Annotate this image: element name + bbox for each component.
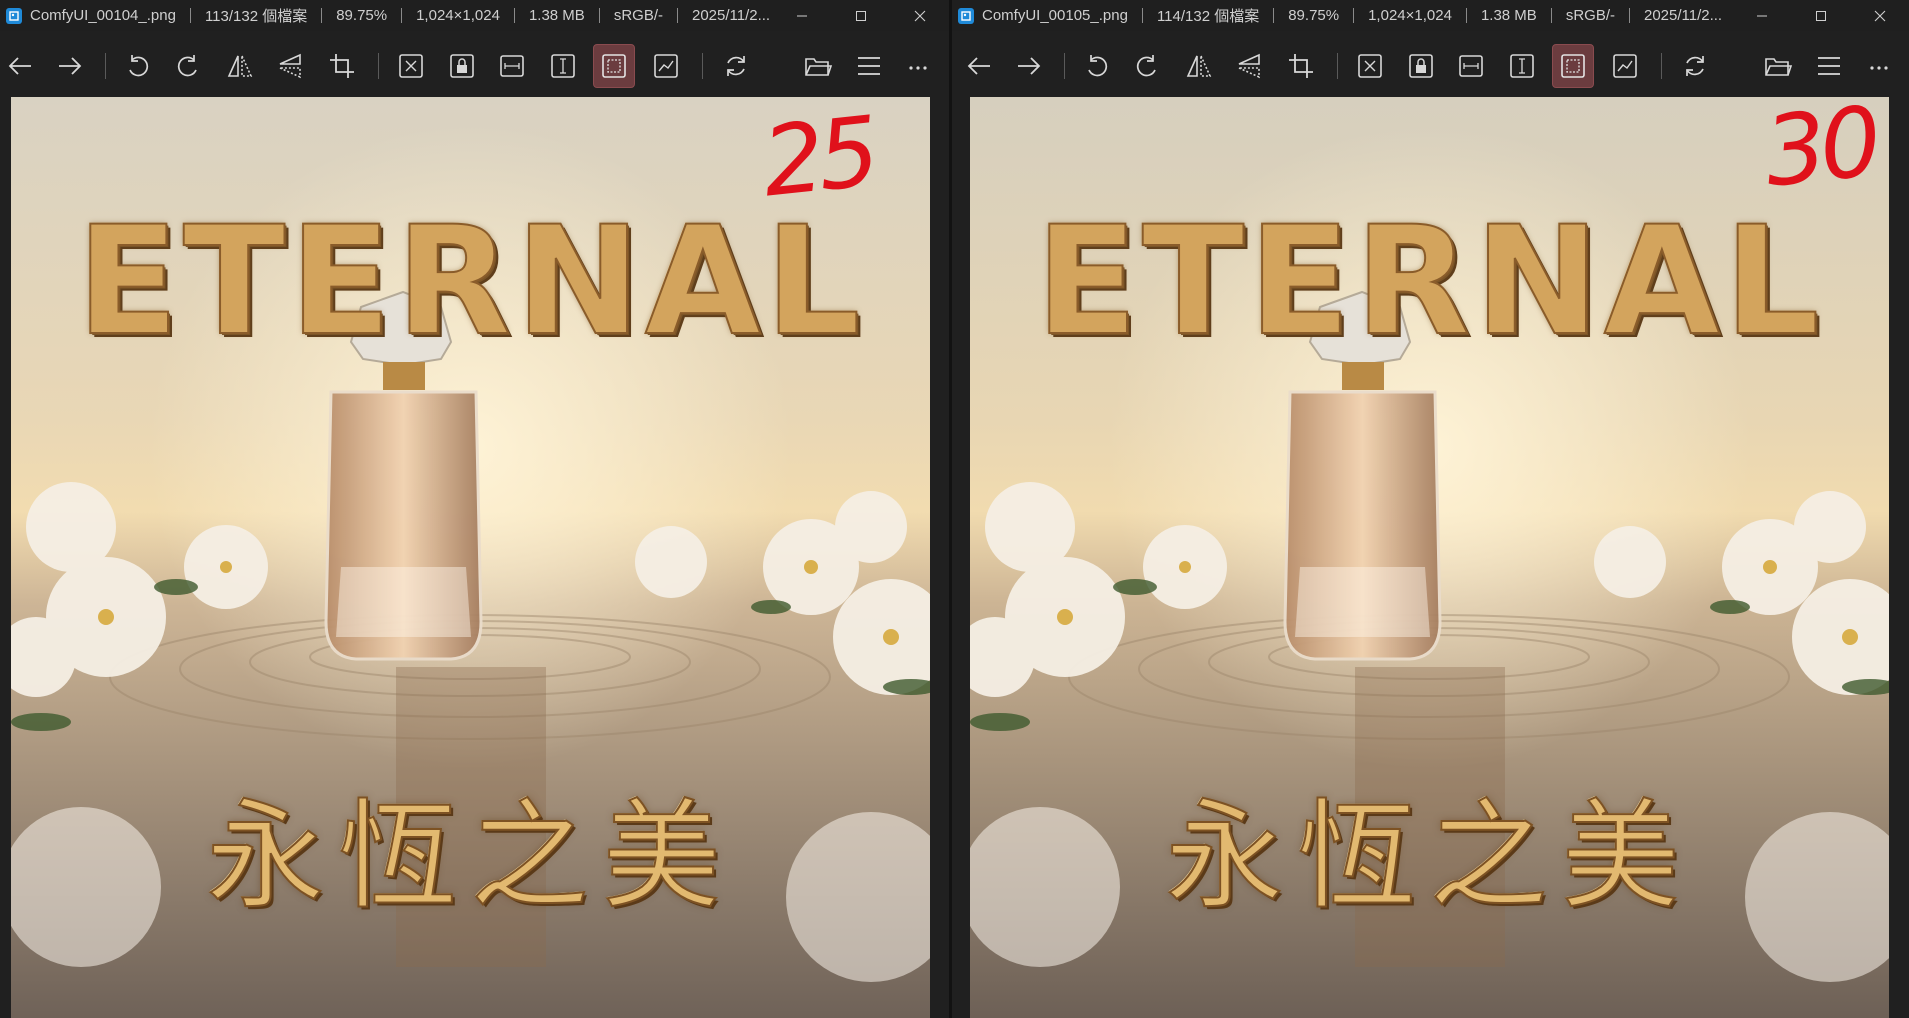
- close-button[interactable]: [1850, 0, 1909, 31]
- title-dimensions: 1,024×1,024: [416, 7, 500, 24]
- title-divider: [189, 8, 191, 23]
- image-viewer-app: ComfyUI_00104_.png 113/132 個檔案 89.75% 1,…: [0, 0, 1909, 1018]
- viewer-window-left: ComfyUI_00104_.png 113/132 個檔案 89.75% 1,…: [0, 0, 949, 1018]
- more-icon[interactable]: [898, 47, 938, 85]
- minimize-button[interactable]: [1732, 0, 1791, 31]
- title-file-index: 113/132 個檔案: [204, 8, 308, 25]
- toolbar: [0, 31, 949, 96]
- title-filename: ComfyUI_00105_.png: [982, 7, 1128, 24]
- toolbar-divider: [1064, 53, 1065, 79]
- fit-width-icon[interactable]: [492, 47, 532, 85]
- flip-horizontal-icon[interactable]: [1179, 47, 1219, 85]
- title-divider: [1141, 8, 1143, 23]
- refresh-icon[interactable]: [716, 47, 756, 85]
- app-logo-icon: [958, 7, 974, 24]
- title-filename: ComfyUI_00104_.png: [30, 7, 176, 24]
- fit-width-icon[interactable]: [1451, 47, 1491, 85]
- histogram-icon[interactable]: [1605, 47, 1645, 85]
- title-divider: [1353, 8, 1355, 23]
- title-divider: [1628, 8, 1630, 23]
- scale-actual-icon[interactable]: [593, 44, 635, 88]
- open-folder-icon[interactable]: [1758, 47, 1798, 85]
- flip-vertical-icon[interactable]: [1229, 47, 1269, 85]
- image-viewport[interactable]: ETERNAL 永恆之美 30: [970, 97, 1889, 1018]
- fit-window-icon[interactable]: [1350, 47, 1390, 85]
- flip-horizontal-icon[interactable]: [220, 47, 260, 85]
- toolbar-divider: [1337, 53, 1338, 79]
- title-file-index: 114/132 個檔案: [1156, 8, 1260, 25]
- maximize-button[interactable]: [1791, 0, 1850, 31]
- handwritten-annotation: 25: [757, 97, 879, 219]
- app-logo-icon: [6, 7, 22, 24]
- rotate-left-icon[interactable]: [1077, 47, 1117, 85]
- title-bar[interactable]: ComfyUI_00105_.png 114/132 個檔案 89.75% 1,…: [952, 0, 1909, 31]
- menu-icon[interactable]: [849, 47, 889, 85]
- title-dimensions: 1,024×1,024: [1368, 7, 1452, 24]
- image-viewport[interactable]: ETERNAL 永恆之美 25: [11, 97, 930, 1018]
- forward-arrow-icon[interactable]: [50, 47, 90, 85]
- back-arrow-icon[interactable]: [0, 47, 40, 85]
- scale-actual-icon[interactable]: [1552, 44, 1594, 88]
- rotate-right-icon[interactable]: [1127, 47, 1167, 85]
- more-icon[interactable]: [1859, 47, 1899, 85]
- toolbar-divider: [378, 53, 379, 79]
- toolbar-divider: [1661, 53, 1662, 79]
- back-arrow-icon[interactable]: [959, 47, 999, 85]
- title-divider: [676, 8, 678, 23]
- headline-chinese: 永恆之美: [1164, 787, 1694, 925]
- toolbar-divider: [702, 53, 703, 79]
- title-divider: [1550, 8, 1552, 23]
- open-folder-icon[interactable]: [798, 47, 838, 85]
- maximize-button[interactable]: [831, 0, 890, 31]
- rotate-right-icon[interactable]: [168, 47, 208, 85]
- title-divider: [401, 8, 403, 23]
- rotate-left-icon[interactable]: [118, 47, 158, 85]
- fit-window-icon[interactable]: [391, 47, 431, 85]
- close-button[interactable]: [890, 0, 949, 31]
- viewer-window-right: ComfyUI_00105_.png 114/132 個檔案 89.75% 1,…: [952, 0, 1909, 1018]
- lock-zoom-icon[interactable]: [1401, 47, 1441, 85]
- title-divider: [598, 8, 600, 23]
- crop-icon[interactable]: [322, 47, 362, 85]
- title-divider: [1465, 8, 1467, 23]
- title-bar[interactable]: ComfyUI_00104_.png 113/132 個檔案 89.75% 1,…: [0, 0, 949, 31]
- refresh-icon[interactable]: [1675, 47, 1715, 85]
- crop-icon[interactable]: [1281, 47, 1321, 85]
- title-color-profile: sRGB/-: [613, 7, 663, 24]
- title-zoom: 89.75%: [1288, 7, 1340, 24]
- minimize-button[interactable]: [772, 0, 831, 31]
- headline-english: ETERNAL: [76, 195, 865, 369]
- fit-height-icon[interactable]: [1502, 47, 1542, 85]
- title-date: 2025/11/2...: [691, 7, 771, 24]
- title-date: 2025/11/2...: [1643, 7, 1723, 24]
- title-file-size: 1.38 MB: [528, 7, 585, 24]
- title-divider: [321, 8, 323, 23]
- headline-chinese: 永恆之美: [205, 787, 735, 925]
- headline-english: ETERNAL: [1035, 195, 1824, 369]
- fit-height-icon[interactable]: [543, 47, 583, 85]
- title-divider: [513, 8, 515, 23]
- menu-icon[interactable]: [1809, 47, 1849, 85]
- histogram-icon[interactable]: [646, 47, 686, 85]
- title-divider: [1273, 8, 1275, 23]
- title-file-size: 1.38 MB: [1480, 7, 1537, 24]
- lock-zoom-icon[interactable]: [442, 47, 482, 85]
- title-zoom: 89.75%: [336, 7, 388, 24]
- handwritten-annotation: 30: [1759, 97, 1881, 209]
- forward-arrow-icon[interactable]: [1009, 47, 1049, 85]
- flip-vertical-icon[interactable]: [270, 47, 310, 85]
- toolbar: [952, 31, 1909, 96]
- title-color-profile: sRGB/-: [1565, 7, 1615, 24]
- toolbar-divider: [105, 53, 106, 79]
